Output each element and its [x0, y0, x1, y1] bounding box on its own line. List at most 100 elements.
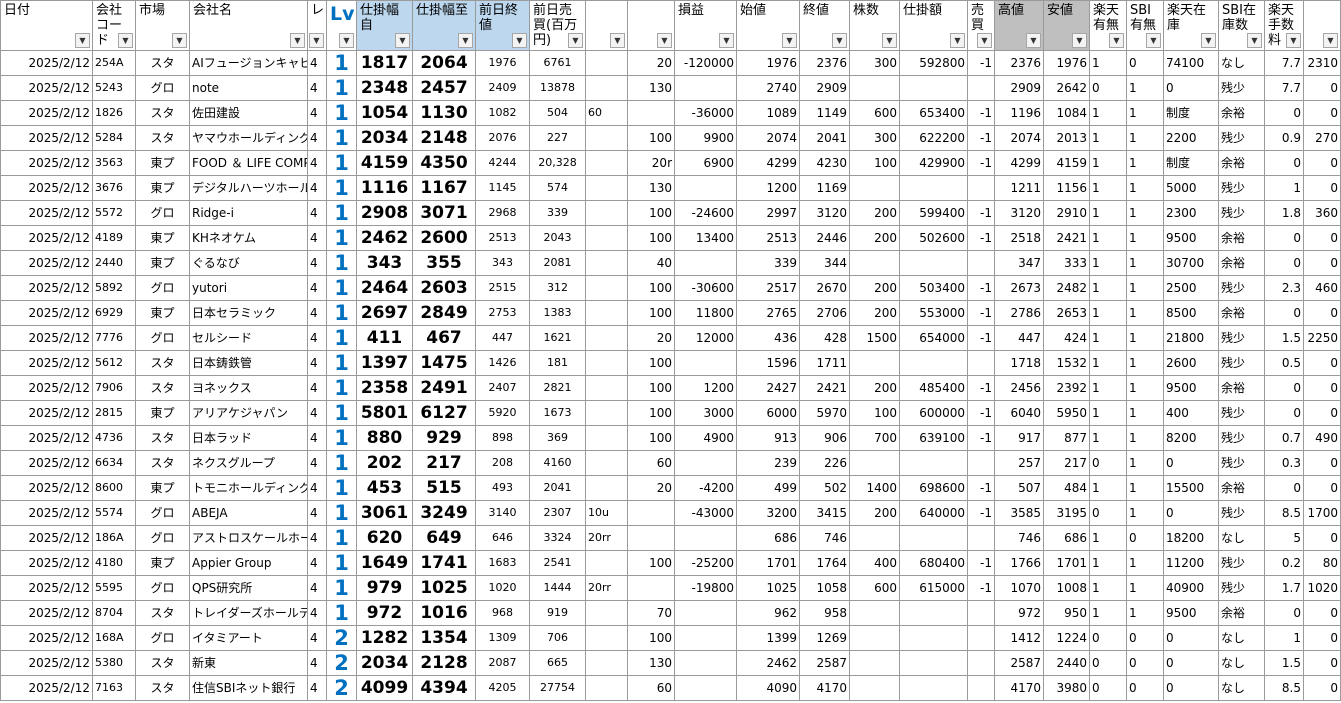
cell-pl[interactable]: -30600	[674, 275, 737, 301]
cell-sbi_stock[interactable]: なし	[1218, 50, 1265, 76]
cell-last[interactable]: 0	[1303, 375, 1341, 401]
cell-close[interactable]: 2376	[799, 50, 850, 76]
cell-re[interactable]: 4	[307, 625, 327, 651]
cell-low[interactable]: 1532	[1043, 350, 1090, 376]
cell-rk_avail[interactable]: 0	[1089, 625, 1127, 651]
cell-to[interactable]: 1741	[412, 550, 476, 576]
cell-memo[interactable]: 20rr	[585, 525, 628, 551]
cell-shares[interactable]: 400	[849, 550, 900, 576]
cell-high[interactable]: 746	[994, 525, 1044, 551]
column-header-col_l[interactable]: ▼	[627, 0, 675, 51]
cell-col_l[interactable]: 60	[627, 450, 675, 476]
cell-to[interactable]: 2849	[412, 300, 476, 326]
cell-pl[interactable]	[674, 250, 737, 276]
cell-open[interactable]: 913	[736, 425, 800, 451]
cell-col_l[interactable]: 60	[627, 675, 675, 701]
cell-pl[interactable]: 11800	[674, 300, 737, 326]
cell-from[interactable]: 5801	[356, 400, 413, 426]
cell-open[interactable]: 2517	[736, 275, 800, 301]
cell-shares[interactable]: 600	[849, 100, 900, 126]
cell-rk_fee[interactable]: 0	[1264, 600, 1304, 626]
cell-sbi_stock[interactable]: 残少	[1218, 275, 1265, 301]
cell-close[interactable]: 1269	[799, 625, 850, 651]
cell-rk_avail[interactable]: 0	[1089, 75, 1127, 101]
cell-amount[interactable]	[899, 75, 968, 101]
cell-memo[interactable]	[585, 150, 628, 176]
cell-open[interactable]: 2074	[736, 125, 800, 151]
cell-lv[interactable]: 1	[326, 250, 357, 276]
cell-rk_fee[interactable]: 0.2	[1264, 550, 1304, 576]
column-header-lv[interactable]: Lv ▼	[326, 0, 357, 51]
cell-code[interactable]: 186A	[92, 525, 136, 551]
cell-col_l[interactable]	[627, 500, 675, 526]
cell-close[interactable]: 226	[799, 450, 850, 476]
cell-last[interactable]: 0	[1303, 450, 1341, 476]
cell-lv[interactable]: 1	[326, 75, 357, 101]
cell-lv[interactable]: 1	[326, 175, 357, 201]
cell-sbi_avail[interactable]: 1	[1126, 475, 1164, 501]
cell-low[interactable]: 2392	[1043, 375, 1090, 401]
cell-prev_close[interactable]: 3140	[475, 500, 530, 526]
cell-shares[interactable]: 100	[849, 400, 900, 426]
cell-amount[interactable]: 553000	[899, 300, 968, 326]
cell-code[interactable]: 4180	[92, 550, 136, 576]
filter-dropdown-icon[interactable]: ▼	[832, 33, 847, 48]
cell-close[interactable]: 5970	[799, 400, 850, 426]
cell-high[interactable]: 1766	[994, 550, 1044, 576]
cell-lv[interactable]: 1	[326, 400, 357, 426]
cell-high[interactable]: 3585	[994, 500, 1044, 526]
cell-code[interactable]: 6929	[92, 300, 136, 326]
cell-side[interactable]: -1	[967, 425, 995, 451]
cell-name[interactable]: 住信SBIネット銀行	[189, 675, 308, 701]
cell-shares[interactable]: 1400	[849, 475, 900, 501]
cell-col_l[interactable]: 20	[627, 475, 675, 501]
cell-date[interactable]: 2025/2/12	[0, 175, 93, 201]
cell-code[interactable]: 7163	[92, 675, 136, 701]
cell-high[interactable]: 1070	[994, 575, 1044, 601]
cell-rk_avail[interactable]: 0	[1089, 450, 1127, 476]
cell-date[interactable]: 2025/2/12	[0, 500, 93, 526]
cell-last[interactable]: 2310	[1303, 50, 1341, 76]
cell-rk_stock[interactable]: 0	[1163, 75, 1219, 101]
cell-rk_fee[interactable]: 0.9	[1264, 125, 1304, 151]
cell-low[interactable]: 484	[1043, 475, 1090, 501]
cell-high[interactable]: 1196	[994, 100, 1044, 126]
cell-from[interactable]: 1282	[356, 625, 413, 651]
cell-memo[interactable]	[585, 450, 628, 476]
cell-close[interactable]: 1711	[799, 350, 850, 376]
cell-lv[interactable]: 2	[326, 675, 357, 701]
cell-open[interactable]: 4090	[736, 675, 800, 701]
cell-re[interactable]: 4	[307, 75, 327, 101]
cell-name[interactable]: KHネオケム	[189, 225, 308, 251]
cell-rk_stock[interactable]: 0	[1163, 450, 1219, 476]
cell-col_l[interactable]: 100	[627, 550, 675, 576]
cell-lv[interactable]: 1	[326, 475, 357, 501]
cell-to[interactable]: 1016	[412, 600, 476, 626]
cell-close[interactable]: 3120	[799, 200, 850, 226]
cell-from[interactable]: 1397	[356, 350, 413, 376]
cell-shares[interactable]: 200	[849, 225, 900, 251]
cell-market[interactable]: スタ	[135, 425, 190, 451]
cell-sbi_avail[interactable]: 1	[1126, 550, 1164, 576]
cell-date[interactable]: 2025/2/12	[0, 675, 93, 701]
cell-re[interactable]: 4	[307, 50, 327, 76]
cell-prev_volume[interactable]: 339	[529, 200, 586, 226]
cell-date[interactable]: 2025/2/12	[0, 400, 93, 426]
cell-re[interactable]: 4	[307, 150, 327, 176]
cell-col_l[interactable]: 100	[627, 400, 675, 426]
cell-rk_stock[interactable]: 400	[1163, 400, 1219, 426]
cell-code[interactable]: 4189	[92, 225, 136, 251]
cell-last[interactable]: 0	[1303, 625, 1341, 651]
filter-dropdown-icon[interactable]: ▼	[118, 33, 133, 48]
filter-dropdown-icon[interactable]: ▼	[339, 33, 354, 48]
cell-memo[interactable]	[585, 425, 628, 451]
filter-dropdown-icon[interactable]: ▼	[977, 33, 992, 48]
cell-from[interactable]: 972	[356, 600, 413, 626]
cell-to[interactable]: 4394	[412, 675, 476, 701]
cell-last[interactable]: 0	[1303, 475, 1341, 501]
cell-from[interactable]: 1649	[356, 550, 413, 576]
cell-code[interactable]: 5380	[92, 650, 136, 676]
cell-high[interactable]: 2074	[994, 125, 1044, 151]
cell-pl[interactable]	[674, 350, 737, 376]
cell-prev_volume[interactable]: 504	[529, 100, 586, 126]
